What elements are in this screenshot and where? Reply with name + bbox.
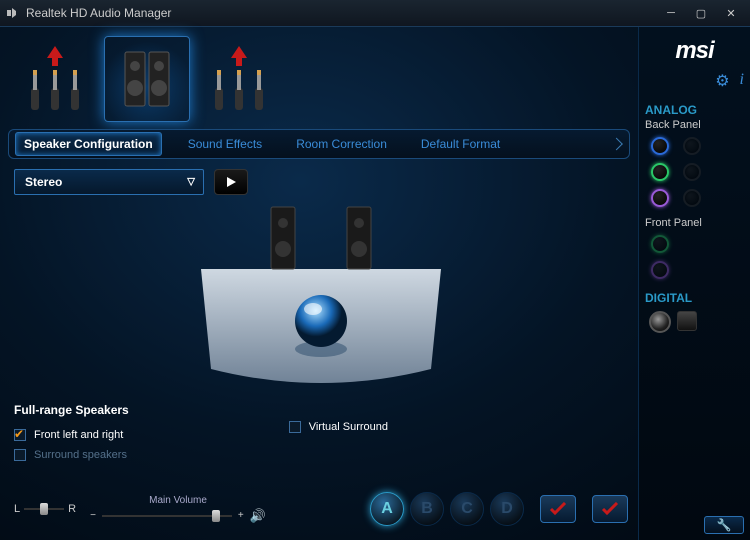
device-output-jacks[interactable] xyxy=(196,36,282,122)
checkbox-virtual-surround[interactable]: Virtual Surround xyxy=(289,421,388,433)
spdif-jack[interactable] xyxy=(649,311,671,333)
speaker-stage xyxy=(171,189,471,399)
checkbox-surround: Surround speakers xyxy=(14,449,129,461)
checkbox-icon xyxy=(14,449,26,461)
audio-jacks-up-icon xyxy=(25,44,85,114)
wrench-icon: 🔧 xyxy=(717,518,732,532)
preset-d-button[interactable]: D xyxy=(490,492,524,526)
tab-sound-effects[interactable]: Sound Effects xyxy=(180,133,271,155)
digital-title: DIGITAL xyxy=(645,291,692,305)
checkbox-icon xyxy=(14,429,26,441)
speaker-icon[interactable]: 🔊 xyxy=(250,508,266,524)
optical-jack[interactable] xyxy=(677,311,697,331)
gear-icon[interactable]: ⚙ xyxy=(715,71,729,91)
close-button[interactable]: ✕ xyxy=(716,0,746,26)
checkbox-label: Front left and right xyxy=(34,429,123,441)
balance-right-label: R xyxy=(68,503,76,515)
volume-minus[interactable]: − xyxy=(90,510,96,521)
checkbox-icon xyxy=(289,421,301,433)
jack-blue[interactable] xyxy=(651,137,669,155)
device-selector-row xyxy=(8,31,630,127)
check-icon xyxy=(601,502,619,516)
settings-button[interactable]: 🔧 xyxy=(704,516,744,534)
audio-jacks-up-icon xyxy=(209,44,269,114)
side-panel: msi ⚙ i ANALOG Back Panel Front Panel DI… xyxy=(638,27,750,540)
checkbox-label: Surround speakers xyxy=(34,449,127,461)
full-range-title: Full-range Speakers xyxy=(14,403,129,417)
back-panel-jacks xyxy=(645,137,701,207)
minimize-button[interactable]: ─ xyxy=(656,0,686,26)
dropdown-value: Stereo xyxy=(25,175,62,189)
device-speakers[interactable] xyxy=(104,36,190,122)
jack-orange[interactable] xyxy=(683,163,701,181)
jack-black[interactable] xyxy=(683,137,701,155)
maximize-button[interactable]: ▢ xyxy=(686,0,716,26)
titlebar: Realtek HD Audio Manager ─ ▢ ✕ xyxy=(0,0,750,26)
jack-front-green[interactable] xyxy=(651,235,669,253)
balance-slider[interactable]: L R xyxy=(14,502,76,516)
front-panel-jacks xyxy=(645,235,669,279)
jack-grey[interactable] xyxy=(683,189,701,207)
tab-room-correction[interactable]: Room Correction xyxy=(288,133,395,155)
device-input-jacks[interactable] xyxy=(12,36,98,122)
jack-green[interactable] xyxy=(651,163,669,181)
volume-slider[interactable] xyxy=(102,509,232,523)
brand-logo: msi xyxy=(675,37,713,65)
chevron-down-icon: ▽ xyxy=(187,177,195,188)
tab-default-format[interactable]: Default Format xyxy=(413,133,508,155)
checkbox-front-lr[interactable]: Front left and right xyxy=(14,429,129,441)
jack-front-pink[interactable] xyxy=(651,261,669,279)
apply-alt-button[interactable] xyxy=(592,495,628,523)
balance-left-label: L xyxy=(14,503,20,515)
preset-a-button[interactable]: A xyxy=(370,492,404,526)
preset-b-button[interactable]: B xyxy=(410,492,444,526)
jack-pink[interactable] xyxy=(651,189,669,207)
analog-title: ANALOG xyxy=(645,103,697,117)
apply-button[interactable] xyxy=(540,495,576,523)
app-icon xyxy=(4,5,20,21)
speakers-icon xyxy=(117,44,177,114)
preset-c-button[interactable]: C xyxy=(450,492,484,526)
play-icon xyxy=(225,176,237,188)
digital-jacks xyxy=(645,311,697,333)
info-icon[interactable]: i xyxy=(740,71,744,91)
volume-label: Main Volume xyxy=(149,495,207,506)
checkbox-label: Virtual Surround xyxy=(309,421,388,433)
back-panel-label: Back Panel xyxy=(645,119,701,131)
window-title: Realtek HD Audio Manager xyxy=(26,6,656,20)
volume-plus[interactable]: + xyxy=(238,510,244,521)
front-panel-label: Front Panel xyxy=(645,217,702,229)
check-icon xyxy=(549,502,567,516)
tab-speaker-config[interactable]: Speaker Configuration xyxy=(15,132,162,156)
tab-bar: Speaker Configuration Sound Effects Room… xyxy=(8,129,630,159)
